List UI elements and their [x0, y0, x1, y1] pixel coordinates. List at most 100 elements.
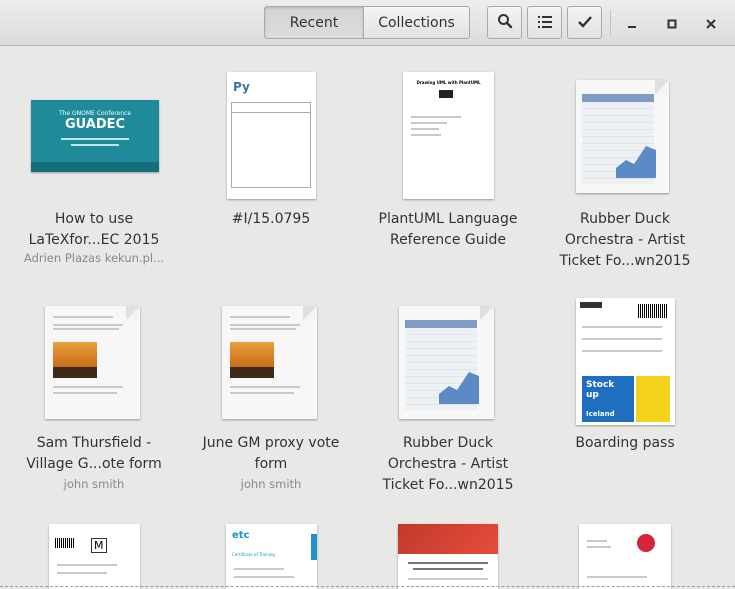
document-item[interactable] — [368, 524, 528, 589]
thumbnail-table — [231, 102, 311, 188]
document-thumbnail: Drawing UML with PlantUML — [403, 72, 494, 199]
area-chart-icon — [439, 372, 479, 404]
search-icon — [497, 13, 513, 33]
document-thumbnail — [576, 80, 669, 193]
thumbnail-line — [231, 112, 311, 113]
document-item[interactable]: June GM proxy vote form john smith — [191, 298, 351, 528]
thumbnail-stripe — [311, 534, 317, 560]
sunset-image — [53, 342, 97, 378]
document-thumbnail: Stock up Iceland — [576, 298, 675, 425]
document-author: Adrien Plazas kekun.pl... — [23, 251, 165, 265]
document-title: June GM proxy vote form — [202, 435, 340, 472]
document-thumbnail — [45, 306, 140, 419]
document-item[interactable]: Sam Thursfield - Village G...ote form jo… — [14, 298, 174, 528]
page-fold — [126, 306, 140, 320]
document-title: Rubber Duck Orchestra - Artist Ticket Fo… — [559, 211, 691, 269]
close-button[interactable] — [701, 13, 721, 33]
document-title: Boarding pass — [575, 435, 675, 451]
document-author: john smith — [240, 477, 302, 491]
thumbnail-logo — [580, 302, 602, 308]
thumbnail-logo: etc — [232, 530, 250, 541]
document-item[interactable]: M — [14, 524, 174, 589]
area-chart-icon — [616, 146, 656, 178]
ad-heading: Stock up — [586, 380, 615, 400]
documents-grid: The GNOME Conference GUADEC How to use L… — [0, 46, 735, 589]
ad-panel — [636, 376, 670, 422]
document-item[interactable]: etc Certificate of Training — [191, 524, 351, 589]
thumbnail-line — [234, 568, 284, 570]
thumbnail-line — [71, 144, 119, 146]
thumbnail-line — [582, 338, 662, 340]
close-icon — [706, 14, 716, 33]
thumbnail-line — [53, 316, 113, 318]
document-thumbnail — [579, 524, 671, 589]
thumbnail-line — [230, 328, 296, 330]
thumbnail-line — [587, 576, 647, 578]
thumbnail-line — [57, 564, 117, 566]
document-item[interactable] — [545, 524, 705, 589]
thumbnail-line — [587, 540, 607, 542]
thumbnail-line — [582, 326, 662, 328]
thumbnail-line — [408, 562, 488, 564]
tab-recent[interactable]: Recent — [264, 6, 364, 39]
document-author: john smith — [63, 477, 125, 491]
thumbnail-line — [53, 328, 119, 330]
document-title: Rubber Duck Orchestra - Artist Ticket Fo… — [382, 435, 514, 493]
thumbnail-line — [411, 134, 441, 136]
thumbnail-heading: Drawing UML with PlantUML — [416, 80, 481, 85]
thumbnail-line — [230, 392, 294, 394]
selection-mode-button[interactable] — [567, 6, 602, 39]
view-toggle-button[interactable] — [527, 6, 562, 39]
thumbnail-line — [582, 350, 662, 352]
thumbnail-table-header — [582, 94, 654, 102]
page-fold — [655, 80, 669, 94]
page-fold — [303, 306, 317, 320]
ad-brand: Iceland — [586, 410, 615, 418]
thumbnail-logo — [637, 534, 655, 552]
thumbnail-line — [587, 546, 611, 548]
document-thumbnail — [399, 306, 494, 419]
document-title: How to use LaTeXfor...EC 2015 — [28, 211, 160, 248]
search-button[interactable] — [487, 6, 522, 39]
document-thumbnail: The GNOME Conference GUADEC — [31, 100, 159, 172]
document-thumbnail: etc Certificate of Training — [226, 524, 317, 589]
document-thumbnail — [222, 306, 317, 419]
thumbnail-line — [230, 386, 300, 388]
thumbnail-line — [230, 316, 290, 318]
red-banner — [398, 524, 498, 554]
minimize-button[interactable] — [622, 13, 642, 33]
document-title: Sam Thursfield - Village G...ote form — [26, 435, 162, 472]
thumbnail-line — [411, 122, 447, 124]
document-item[interactable]: Rubber Duck Orchestra - Artist Ticket Fo… — [545, 46, 705, 276]
document-title: #I/15.0795 — [231, 211, 311, 227]
thumbnail-heading: Certificate of Training — [232, 552, 275, 557]
thumbnail-line — [61, 138, 129, 140]
document-item[interactable]: Stock up Iceland Boarding pass — [545, 298, 705, 528]
thumbnail-line — [411, 128, 439, 130]
ad-banner: Stock up Iceland — [582, 376, 634, 422]
select-checkmark-icon — [577, 13, 592, 32]
document-item[interactable]: Drawing UML with PlantUML PlantUML Langu… — [368, 46, 528, 276]
thumbnail-logo — [439, 90, 453, 98]
minimize-icon — [627, 14, 637, 33]
document-thumbnail: M — [49, 524, 140, 589]
document-item[interactable]: Py #I/15.0795 — [191, 46, 351, 276]
thumbnail-line — [234, 576, 294, 578]
tab-collections[interactable]: Collections — [363, 6, 470, 39]
thumbnail-line — [57, 572, 107, 574]
thumbnail-line — [408, 578, 488, 580]
barcode — [55, 538, 75, 548]
document-thumbnail: Py — [227, 72, 316, 199]
header-bar: Recent Collections — [0, 0, 735, 46]
thumbnail-line — [53, 392, 117, 394]
header-separator — [610, 10, 611, 36]
document-item[interactable]: Rubber Duck Orchestra - Artist Ticket Fo… — [368, 298, 528, 528]
document-thumbnail — [398, 524, 498, 589]
thumbnail-logo: Py — [233, 80, 250, 94]
maximize-button[interactable] — [662, 13, 682, 33]
document-item[interactable]: The GNOME Conference GUADEC How to use L… — [14, 46, 174, 276]
barcode — [638, 304, 668, 318]
maximize-icon — [667, 14, 677, 33]
thumbnail-line — [411, 116, 461, 118]
thumbnail-subheading: The GNOME Conference — [58, 110, 132, 117]
